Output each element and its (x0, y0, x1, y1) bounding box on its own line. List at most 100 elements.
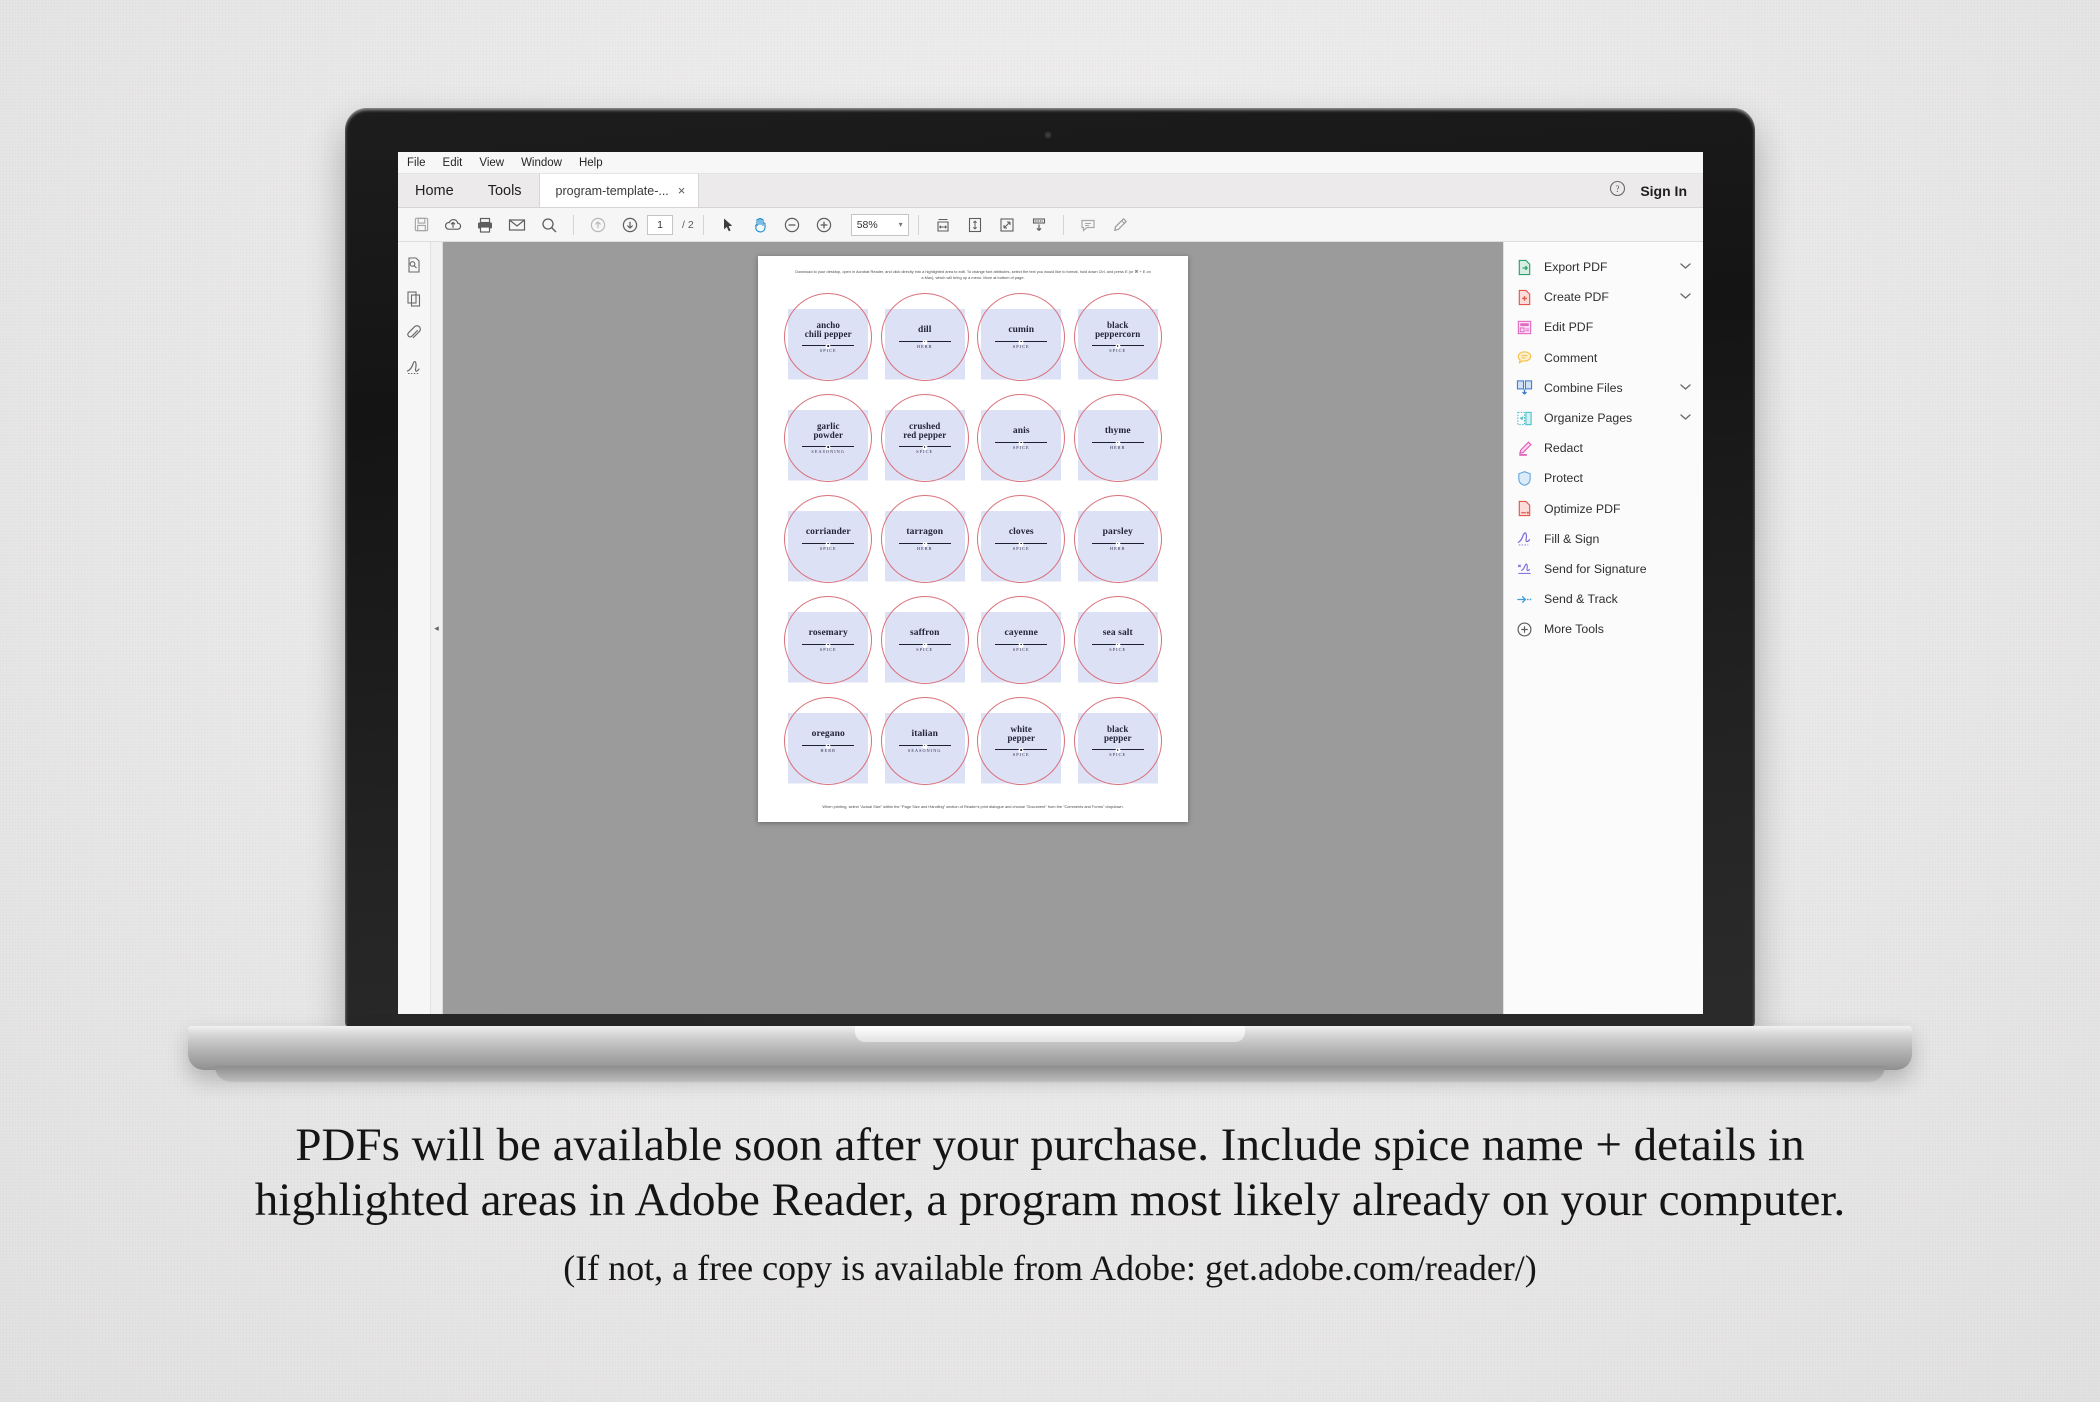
spice-label-cell[interactable]: sea salt SPICE (1070, 594, 1167, 686)
spice-name: black pepper (1103, 723, 1132, 744)
print-icon[interactable] (470, 211, 500, 239)
tool-item-organize-pages[interactable]: Organize Pages (1504, 403, 1703, 433)
spice-label-cell[interactable]: cloves SPICE (973, 493, 1070, 585)
spice-label-cell[interactable]: parsley HERB (1070, 493, 1167, 585)
tool-item-label: More Tools (1544, 622, 1604, 637)
spice-label-cell[interactable]: ancho chili pepper SPICE (780, 291, 877, 383)
tool-item-protect[interactable]: Protect (1504, 463, 1703, 493)
previous-page-icon[interactable] (583, 211, 613, 239)
fullscreen-icon[interactable] (992, 211, 1022, 239)
document-viewer[interactable]: Download to your desktop, open in Acroba… (443, 242, 1503, 1014)
spice-label-cell[interactable]: anis SPICE (973, 392, 1070, 484)
scroll-mode-icon[interactable] (1024, 211, 1054, 239)
protect-shield-icon (1516, 470, 1533, 487)
tool-item-send-for-signature[interactable]: Send for Signature (1504, 554, 1703, 584)
optimize-pdf-icon (1516, 500, 1533, 517)
spice-name: cumin (1008, 325, 1035, 336)
tab-document[interactable]: program-template-... × (538, 174, 699, 207)
tool-item-edit-pdf[interactable]: Edit PDF (1504, 312, 1703, 342)
label-divider (802, 744, 855, 746)
organize-pages-icon (1516, 410, 1533, 427)
spice-label-cell[interactable]: italian SEASONING (877, 695, 974, 787)
spice-name: anis (1012, 426, 1030, 437)
label-divider (802, 345, 855, 347)
menu-item-window[interactable]: Window (521, 157, 562, 169)
chevron-down-icon[interactable] (1680, 383, 1691, 393)
caption-line-1: PDFs will be available soon after your p… (295, 1119, 1805, 1171)
zoom-out-icon[interactable] (777, 211, 807, 239)
label-divider (802, 542, 855, 544)
tool-item-label: Send & Track (1544, 592, 1618, 607)
laptop-screen: File Edit View Window Help Home Tools pr… (398, 152, 1703, 1014)
spice-label-cell[interactable]: white pepper SPICE (973, 695, 1070, 787)
toolbar-divider-3 (917, 214, 919, 235)
zoom-in-icon[interactable] (809, 211, 839, 239)
page-thumbnails-icon[interactable] (403, 254, 425, 276)
spice-label-cell[interactable]: cumin SPICE (973, 291, 1070, 383)
edit-pdf-icon (1516, 319, 1533, 336)
close-icon[interactable]: × (678, 183, 686, 198)
spice-label-cell[interactable]: thyme HERB (1070, 392, 1167, 484)
tab-document-label: program-template-... (555, 183, 669, 198)
spice-label-cell[interactable]: cayenne SPICE (973, 594, 1070, 686)
label-divider (995, 643, 1048, 645)
spice-label-cell[interactable]: black pepper SPICE (1070, 695, 1167, 787)
spice-label-cell[interactable]: corriander SPICE (780, 493, 877, 585)
email-icon[interactable] (502, 211, 532, 239)
tool-item-redact[interactable]: Redact (1504, 433, 1703, 463)
panel-collapse-handle[interactable]: ◂ (431, 242, 443, 1014)
next-page-icon[interactable] (615, 211, 645, 239)
tool-item-label: Comment (1544, 350, 1598, 365)
fit-page-icon[interactable] (960, 211, 990, 239)
tool-item-label: Send for Signature (1544, 561, 1647, 576)
sign-in-button[interactable]: Sign In (1640, 183, 1687, 199)
menu-item-edit[interactable]: Edit (443, 157, 463, 169)
label-content: garlic powder SEASONING (784, 421, 872, 454)
page-number-input[interactable]: 1 (647, 214, 673, 235)
label-content: black pepper SPICE (1074, 723, 1162, 757)
tool-item-label: Edit PDF (1544, 320, 1594, 335)
chevron-down-icon[interactable] (1680, 292, 1691, 302)
spice-label-cell[interactable]: dill HERB (877, 291, 974, 383)
spice-label-cell[interactable]: rosemary SPICE (780, 594, 877, 686)
help-circle-icon[interactable]: ? (1609, 180, 1626, 202)
tool-item-fill-sign[interactable]: Fill & Sign (1504, 524, 1703, 554)
fit-width-icon[interactable] (928, 211, 958, 239)
spice-label-cell[interactable]: oregano HERB (780, 695, 877, 787)
select-cursor-icon[interactable] (713, 211, 743, 239)
svg-text:?: ? (1616, 184, 1620, 194)
chevron-down-icon[interactable] (1680, 262, 1691, 272)
laptop-base (188, 1026, 1912, 1070)
chevron-down-icon[interactable] (1680, 413, 1691, 423)
menu-item-file[interactable]: File (407, 157, 426, 169)
spice-label-cell[interactable]: tarragon HERB (877, 493, 974, 585)
menu-item-help[interactable]: Help (579, 157, 603, 169)
tool-item-optimize-pdf[interactable]: Optimize PDF (1504, 494, 1703, 524)
upload-to-cloud-icon[interactable] (438, 211, 468, 239)
tool-item-export-pdf[interactable]: Export PDF (1504, 252, 1703, 282)
spice-label-cell[interactable]: saffron SPICE (877, 594, 974, 686)
highlight-marker-icon[interactable] (1105, 211, 1135, 239)
save-icon[interactable] (406, 211, 436, 239)
tool-item-more-tools[interactable]: More Tools (1504, 614, 1703, 644)
tool-item-create-pdf[interactable]: Create PDF (1504, 282, 1703, 312)
search-icon[interactable] (534, 211, 564, 239)
laptop-mockup: File Edit View Window Help Home Tools pr… (0, 0, 2100, 1100)
spice-label-cell[interactable]: garlic powder SEASONING (780, 392, 877, 484)
spice-label-cell[interactable]: black peppercorn SPICE (1070, 291, 1167, 383)
tool-item-send-track[interactable]: Send & Track (1504, 584, 1703, 614)
menu-item-view[interactable]: View (479, 157, 504, 169)
zoom-level-select[interactable]: 58% ▾ (850, 213, 909, 236)
tab-tools[interactable]: Tools (470, 174, 539, 207)
tool-item-comment[interactable]: Comment (1504, 343, 1703, 373)
spice-label-cell[interactable]: crushed red pepper SPICE (877, 392, 974, 484)
comment-bubble-icon[interactable] (1073, 211, 1103, 239)
signatures-icon[interactable] (403, 356, 425, 378)
pages-copy-icon[interactable] (403, 288, 425, 310)
spice-name: thyme (1104, 426, 1131, 437)
hand-tool-icon[interactable] (745, 211, 775, 239)
tool-item-combine-files[interactable]: Combine Files (1504, 373, 1703, 403)
pdf-page: Download to your desktop, open in Acroba… (758, 256, 1188, 822)
tab-home[interactable]: Home (398, 174, 471, 207)
attachments-clip-icon[interactable] (403, 322, 425, 344)
